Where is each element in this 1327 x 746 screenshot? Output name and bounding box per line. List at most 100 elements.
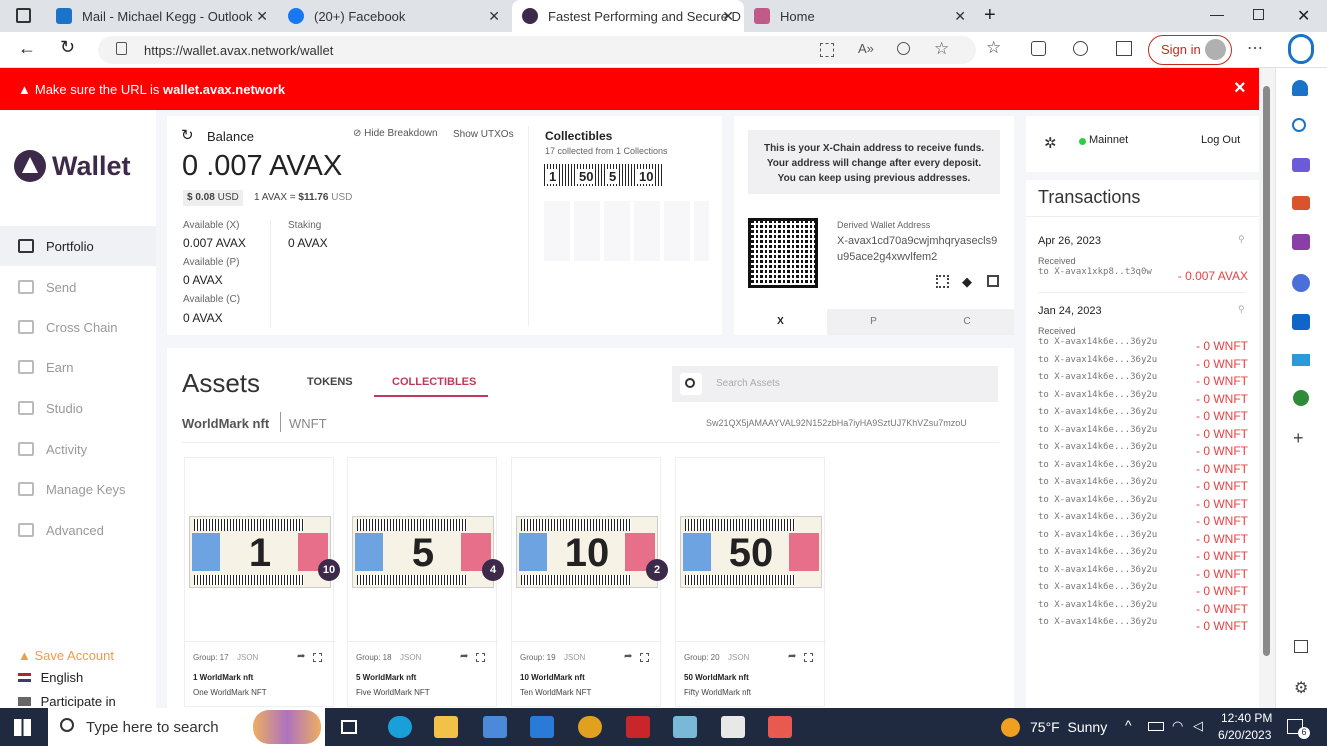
ledger-icon[interactable]: ◆ bbox=[962, 274, 972, 290]
transaction-row[interactable]: to X-avax1xkp8..t3q0w - 0.007 AVAX bbox=[1038, 267, 1248, 284]
collectible-thumb[interactable]: 1 bbox=[544, 164, 572, 186]
sidebar-item-earn[interactable]: Earn bbox=[0, 347, 156, 387]
tab-collectibles[interactable]: COLLECTIBLES bbox=[392, 376, 476, 388]
favorite-icon[interactable]: ☆ bbox=[934, 39, 949, 59]
clock-date[interactable]: 6/20/2023 bbox=[1218, 728, 1271, 742]
transaction-row[interactable]: to X-avax14k6e...36y2u - 0 WNFT bbox=[1038, 565, 1248, 582]
wordpad-icon[interactable] bbox=[721, 716, 745, 738]
transaction-row[interactable]: to X-avax14k6e...36y2u - 0 WNFT bbox=[1038, 355, 1248, 372]
search-icon[interactable]: ⚲ bbox=[1238, 234, 1245, 245]
scrollbar-thumb[interactable] bbox=[1263, 86, 1270, 656]
battery-icon[interactable] bbox=[1148, 722, 1164, 731]
transaction-row[interactable]: to X-avax14k6e...36y2u - 0 WNFT bbox=[1038, 512, 1248, 529]
store-icon[interactable] bbox=[483, 716, 507, 738]
transaction-row[interactable]: to X-avax14k6e...36y2u - 0 WNFT bbox=[1038, 617, 1248, 634]
expand-icon[interactable] bbox=[640, 653, 649, 662]
nft-card[interactable]: 10 Group: 19 JSON ➦ 10 WorldMark nft Ten… bbox=[511, 457, 662, 707]
sidebar-item-studio[interactable]: Studio bbox=[0, 388, 156, 428]
search-assets[interactable]: Search Assets bbox=[672, 366, 998, 402]
expand-icon[interactable] bbox=[476, 653, 485, 662]
chain-tab-x[interactable]: X bbox=[734, 309, 827, 335]
copy-icon[interactable] bbox=[987, 275, 999, 287]
tab-actions-icon[interactable] bbox=[16, 8, 31, 23]
sidebar-item-cross-chain[interactable]: Cross Chain bbox=[0, 307, 156, 347]
search-icon[interactable]: ⚲ bbox=[1238, 304, 1245, 315]
close-window-icon[interactable]: ✕ bbox=[1297, 6, 1310, 26]
nft-json[interactable]: JSON bbox=[564, 653, 585, 662]
extensions-icon[interactable] bbox=[1073, 41, 1088, 56]
participate-link[interactable]: Participate in bbox=[18, 694, 116, 708]
taskbar-search[interactable]: Type here to search bbox=[48, 708, 325, 746]
tab-facebook[interactable]: (20+) Facebook ✕ bbox=[278, 0, 510, 32]
nft-json[interactable]: JSON bbox=[728, 653, 749, 662]
back-icon[interactable]: ← bbox=[18, 38, 36, 59]
sidebar-item-advanced[interactable]: Advanced bbox=[0, 510, 156, 550]
wallet-logo[interactable]: Wallet bbox=[14, 150, 131, 182]
refresh-icon[interactable]: ↻ bbox=[60, 37, 75, 58]
chain-tab-c[interactable]: C bbox=[920, 309, 1014, 335]
refresh-balance-icon[interactable]: ↻ bbox=[181, 126, 194, 144]
search-icon[interactable] bbox=[1292, 118, 1306, 132]
collectible-thumb[interactable]: 5 bbox=[604, 164, 632, 186]
tray-chevron-icon[interactable]: ^ bbox=[1125, 717, 1132, 733]
page-scrollbar[interactable] bbox=[1259, 68, 1275, 708]
tab-wallet[interactable]: Fastest Performing and Secure D ✕ bbox=[512, 0, 744, 32]
restore-icon[interactable] bbox=[1253, 9, 1264, 20]
chain-tab-p[interactable]: P bbox=[827, 309, 920, 335]
hide-breakdown-button[interactable]: ⊘ Hide Breakdown bbox=[353, 128, 438, 139]
transfer-icon[interactable]: ➦ bbox=[460, 651, 468, 662]
sidebar-item-portfolio[interactable]: Portfolio bbox=[0, 226, 156, 266]
favorites-bar-icon[interactable]: ☆ bbox=[986, 38, 1001, 58]
transaction-row[interactable]: to X-avax14k6e...36y2u - 0 WNFT bbox=[1038, 425, 1248, 442]
close-tab-icon[interactable]: ✕ bbox=[488, 8, 500, 25]
read-aloud-icon[interactable]: A» bbox=[858, 41, 874, 56]
tab-tokens[interactable]: TOKENS bbox=[307, 376, 353, 388]
weather-text[interactable]: 75°F Sunny bbox=[1030, 719, 1107, 735]
tree-icon[interactable] bbox=[1293, 390, 1309, 406]
show-utxos-button[interactable]: Show UTXOs bbox=[453, 129, 514, 140]
transfer-icon[interactable]: ➦ bbox=[788, 651, 796, 662]
snipping-icon[interactable] bbox=[768, 716, 792, 738]
transaction-row[interactable]: to X-avax14k6e...36y2u - 0 WNFT bbox=[1038, 530, 1248, 547]
expand-icon[interactable] bbox=[313, 653, 322, 662]
transaction-row[interactable]: to X-avax14k6e...36y2u - 0 WNFT bbox=[1038, 337, 1248, 354]
qr-icon[interactable] bbox=[936, 275, 949, 288]
settings-gear-icon[interactable]: ⚙ bbox=[1294, 678, 1308, 698]
transaction-row[interactable]: to X-avax14k6e...36y2u - 0 WNFT bbox=[1038, 477, 1248, 494]
logout-button[interactable]: Log Out bbox=[1201, 134, 1240, 146]
clock-time[interactable]: 12:40 PM bbox=[1221, 711, 1272, 725]
outlook-icon[interactable] bbox=[1292, 314, 1310, 330]
sidebar-item-activity[interactable]: Activity bbox=[0, 429, 156, 469]
transaction-row[interactable]: to X-avax14k6e...36y2u - 0 WNFT bbox=[1038, 600, 1248, 617]
transaction-row[interactable]: to X-avax14k6e...36y2u - 0 WNFT bbox=[1038, 372, 1248, 389]
chrome-icon[interactable] bbox=[578, 716, 602, 738]
url-field[interactable]: https://wallet.avax.network/wallet A» ☆ bbox=[98, 36, 976, 64]
notifications-icon[interactable] bbox=[1292, 80, 1308, 96]
language-select[interactable]: English bbox=[18, 670, 83, 685]
network-settings-icon[interactable]: ✲ bbox=[1044, 134, 1057, 152]
transaction-row[interactable]: to X-avax14k6e...36y2u - 0 WNFT bbox=[1038, 460, 1248, 477]
collectible-thumb[interactable]: 10 bbox=[634, 164, 662, 186]
windows-start-icon[interactable] bbox=[14, 719, 31, 736]
volume-icon[interactable]: ◁ bbox=[1193, 718, 1203, 734]
new-tab-icon[interactable]: + bbox=[984, 4, 996, 27]
wifi-icon[interactable]: ◠ bbox=[1172, 718, 1183, 734]
tab-home[interactable]: Home ✕ bbox=[744, 0, 976, 32]
transfer-icon[interactable]: ➦ bbox=[624, 651, 632, 662]
close-tab-icon[interactable]: ✕ bbox=[954, 8, 966, 25]
bing-icon[interactable] bbox=[1288, 34, 1314, 64]
zoom-icon[interactable] bbox=[897, 42, 910, 55]
close-banner-icon[interactable]: × bbox=[1234, 77, 1246, 100]
file-explorer-icon[interactable] bbox=[434, 716, 458, 738]
games-icon[interactable] bbox=[1292, 234, 1310, 250]
add-icon[interactable]: + bbox=[1293, 428, 1304, 449]
transaction-row[interactable]: to X-avax14k6e...36y2u - 0 WNFT bbox=[1038, 442, 1248, 459]
network-name[interactable]: Mainnet bbox=[1089, 134, 1128, 146]
tab-outlook[interactable]: Mail - Michael Kegg - Outlook ✕ bbox=[46, 0, 278, 32]
send-icon[interactable] bbox=[1292, 354, 1310, 366]
collectibles-grid[interactable]: 1 50 5 10 bbox=[544, 164, 709, 274]
sidebar-item-manage-keys[interactable]: Manage Keys bbox=[0, 469, 156, 509]
nft-json[interactable]: JSON bbox=[237, 653, 258, 662]
filezilla-icon[interactable] bbox=[626, 716, 650, 738]
close-tab-icon[interactable]: ✕ bbox=[722, 8, 734, 25]
